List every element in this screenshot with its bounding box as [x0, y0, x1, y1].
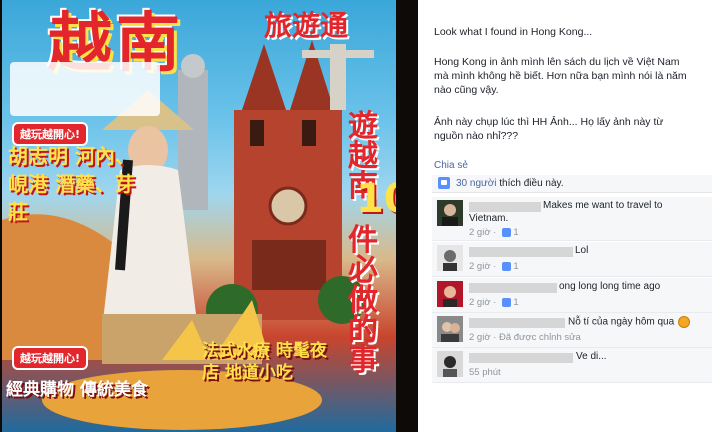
comment-meta: 2 giờ · 1	[469, 261, 519, 272]
post-sidebar: Look what I found in Hong Kong... Hong K…	[418, 0, 720, 432]
post-header-bar	[418, 0, 720, 12]
comment-meta: 2 giờ · 1	[469, 297, 519, 308]
avatar[interactable]	[437, 245, 463, 271]
comment-timestamp[interactable]: 2 giờ · Đã được chỉnh sửa	[469, 332, 581, 343]
likes-summary: 30 người thích điều này.	[432, 175, 712, 193]
comment-author-name[interactable]	[469, 202, 541, 212]
cover-bottom-list: 經典購物 傳統美食	[6, 380, 148, 400]
comment-text: Lol	[575, 245, 589, 256]
cover-info-panel	[10, 62, 160, 116]
cover-subtitle: 旅遊通	[264, 9, 349, 42]
comment-meta: 55 phút	[469, 367, 501, 378]
post-paragraph-1: Look what I found in Hong Kong...	[434, 26, 593, 38]
comment-item: Nỗ tí của ngày hôm qua 2 giờ · Đã được c…	[432, 313, 712, 348]
comment-like-count[interactable]: 1	[513, 261, 518, 272]
comment-author-name[interactable]	[469, 283, 557, 293]
comment-author-name[interactable]	[469, 353, 573, 363]
comment-item: Makes me want to travel to Vietnam. 2 gi…	[432, 197, 712, 241]
post-paragraph-2: Hong Kong in ảnh mình lên sách du lịch v…	[434, 56, 687, 96]
like-thumb-icon	[438, 177, 450, 190]
comment-item: Lol 2 giờ · 1	[432, 242, 712, 277]
comment-timestamp[interactable]: 2 giờ ·	[469, 261, 496, 272]
comment-text: Makes me want to travel to	[543, 200, 663, 211]
avatar[interactable]	[437, 281, 463, 307]
comment-text-content: Nỗ tí của ngày hôm qua	[568, 316, 675, 328]
share-link[interactable]: Chia sẻ	[434, 160, 468, 171]
travel-book-cover: 越南 旅遊通 越玩越開心! 胡志明 河內、峴港 潛藥、芽莊 遊越南 10 件必做…	[2, 0, 396, 432]
likes-count-link[interactable]: 30 người	[456, 178, 497, 189]
comment-timestamp[interactable]: 55 phút	[469, 367, 501, 378]
comment-author-name[interactable]	[469, 318, 565, 328]
avatar[interactable]	[437, 351, 463, 377]
comment-text: Nỗ tí của ngày hôm qua	[568, 316, 691, 328]
avatar[interactable]	[437, 316, 463, 342]
comment-like-count[interactable]: 1	[513, 297, 518, 308]
emoji-icon	[678, 316, 691, 328]
comment-timestamp[interactable]: 2 giờ ·	[469, 297, 496, 308]
post-paragraph-3: Ảnh này chụp lúc thì HH Ảnh... Họ lấy ản…	[434, 116, 664, 142]
comment-author-name[interactable]	[469, 247, 573, 257]
cover-bottom-right-list: 法式水療 時髦夜店 地道小吃	[202, 341, 327, 383]
comment-like-icon	[502, 297, 512, 307]
comment-text-continued: Vietnam.	[469, 213, 509, 224]
comment-text: ong long long time ago	[559, 281, 661, 292]
comment-item: ong long long time ago 2 giờ · 1	[432, 278, 712, 313]
avatar[interactable]	[437, 200, 463, 226]
comment-like-count[interactable]: 1	[513, 227, 518, 238]
cover-vertical-tagline: 件必做的事	[348, 223, 378, 378]
comment-timestamp[interactable]: 2 giờ ·	[469, 227, 496, 238]
comment-meta: 2 giờ · 1	[469, 227, 519, 238]
post-photo[interactable]: 越南 旅遊通 越玩越開心! 胡志明 河內、峴港 潛藥、芽莊 遊越南 10 件必做…	[0, 0, 418, 432]
comment-item: Ve di... 55 phút	[432, 348, 712, 383]
comment-like-icon	[502, 227, 512, 237]
comment-text: Ve di...	[576, 351, 607, 362]
cover-bottom-badge: 越玩越開心!	[12, 346, 89, 370]
cover-number: 10	[356, 176, 396, 222]
comment-meta: 2 giờ · Đã được chỉnh sửa	[469, 332, 581, 343]
likes-suffix: thích điều này.	[499, 178, 564, 189]
cover-city-list: 胡志明 河內、峴港 潛藥、芽莊	[8, 144, 135, 224]
comment-like-icon	[502, 261, 512, 271]
